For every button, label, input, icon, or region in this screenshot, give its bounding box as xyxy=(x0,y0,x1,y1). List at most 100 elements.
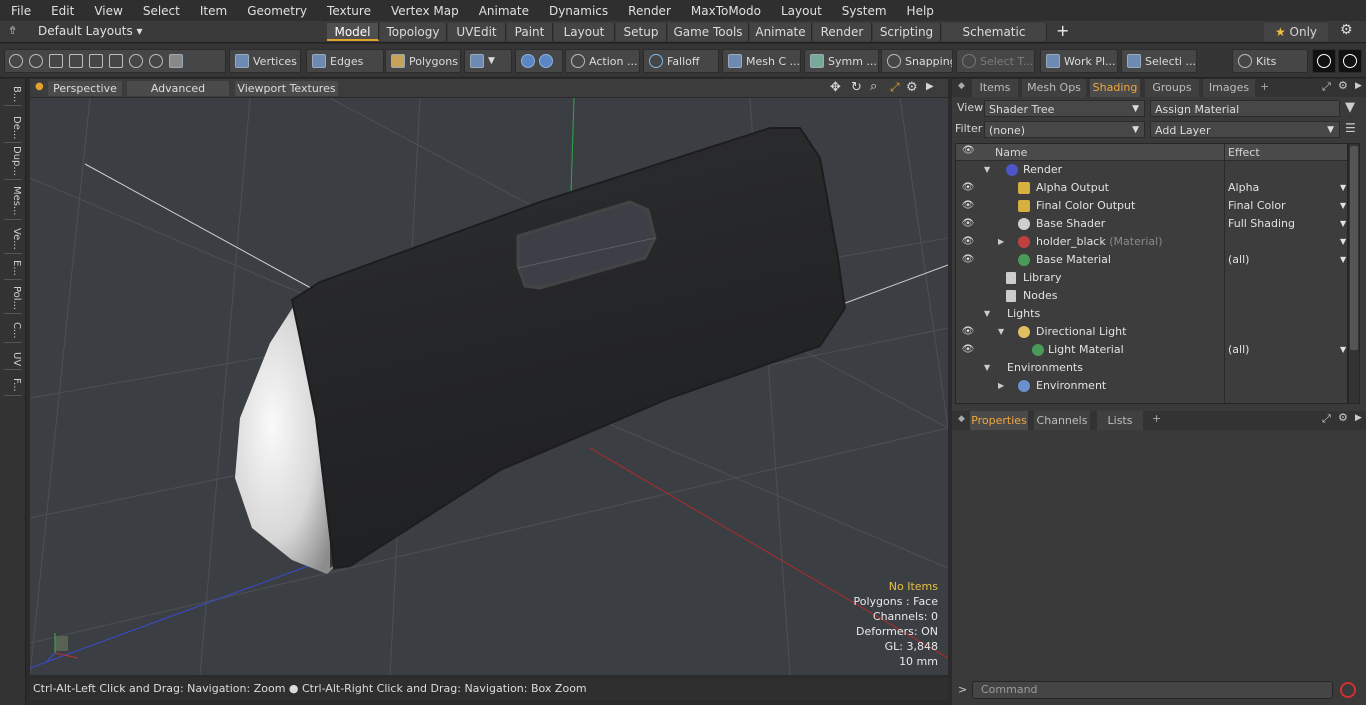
properties-gear-icon[interactable]: ⚙ xyxy=(1338,411,1348,424)
symmetry-button[interactable]: Symm ... xyxy=(804,49,879,73)
layout-up-icon[interactable]: ⇮ xyxy=(8,24,17,37)
view-select[interactable]: Shader Tree ▼ xyxy=(984,100,1145,117)
shader-tree-scrollbar[interactable] xyxy=(1348,143,1360,404)
tree-row-directional-light[interactable]: 👁 ▼ Directional Light xyxy=(956,323,1347,341)
symmetry-toggle[interactable] xyxy=(515,49,563,73)
eye-icon[interactable]: 👁 xyxy=(961,215,975,233)
left-tab-fusion[interactable]: F... xyxy=(4,375,22,396)
selection-sets-button[interactable]: Selecti ... xyxy=(1121,49,1197,73)
work-plane-button[interactable]: Work Pl... xyxy=(1040,49,1118,73)
viewport-textures-button[interactable]: Viewport Textures xyxy=(235,81,338,96)
panel-arrow-icon[interactable]: ▶ xyxy=(1355,81,1362,91)
tab-uvedit[interactable]: UVEdit xyxy=(448,23,506,41)
falloff-button[interactable]: Falloff xyxy=(643,49,719,73)
tree-row-holder-black[interactable]: 👁 ▶ holder_black (Material) ▼ xyxy=(956,233,1347,251)
only-toggle[interactable]: ★ Only xyxy=(1264,23,1328,41)
item-mode-button[interactable]: ▼ xyxy=(464,49,512,73)
expand-icon[interactable]: ▶ xyxy=(998,233,1004,251)
snapping-button[interactable]: Snapping xyxy=(881,49,953,73)
scrollbar-thumb[interactable] xyxy=(1350,146,1358,350)
grid-icon[interactable] xyxy=(109,54,123,68)
chevron-down-icon[interactable]: ▼ xyxy=(1340,233,1346,251)
chevron-down-icon[interactable]: ▼ xyxy=(1340,197,1346,215)
polygons-button[interactable]: Polygons xyxy=(385,49,461,73)
properties-arrow-icon[interactable]: ▶ xyxy=(1355,413,1362,423)
menu-help[interactable]: Help xyxy=(896,4,943,18)
left-tab-mesh-edit[interactable]: Mes... xyxy=(4,183,22,220)
tab-model[interactable]: Model xyxy=(327,23,379,41)
shader-tree[interactable]: 👁 Name Effect ▼ Render 👁 Alpha Output Al… xyxy=(955,143,1348,404)
circle-target-icon[interactable] xyxy=(129,54,143,68)
filter-select[interactable]: (none) ▼ xyxy=(984,121,1145,138)
menu-vertex-map[interactable]: Vertex Map xyxy=(380,4,468,18)
left-tab-vertex[interactable]: Ve... xyxy=(4,225,22,254)
tree-row-effect[interactable]: Final Color xyxy=(1228,197,1286,215)
tree-row-environment[interactable]: ▶ Environment xyxy=(956,377,1347,395)
tree-row-light-material[interactable]: 👁 Light Material (all) ▼ xyxy=(956,341,1347,359)
tree-row-effect[interactable]: Alpha xyxy=(1228,179,1259,197)
filter-funnel-icon[interactable]: ▼ xyxy=(1345,100,1355,115)
action-center-button[interactable]: Action ... xyxy=(565,49,640,73)
tab-setup[interactable]: Setup xyxy=(616,23,667,41)
tree-row-alpha-output[interactable]: 👁 Alpha Output Alpha ▼ xyxy=(956,179,1347,197)
menu-render[interactable]: Render xyxy=(617,4,680,18)
menu-system[interactable]: System xyxy=(831,4,896,18)
globe-icon[interactable] xyxy=(29,54,43,68)
tab-groups[interactable]: Groups xyxy=(1145,79,1199,97)
eye-icon[interactable]: 👁 xyxy=(961,233,975,251)
layout-selector[interactable]: Default Layouts ▾ xyxy=(38,24,143,38)
menu-animate[interactable]: Animate xyxy=(468,4,538,18)
menu-geometry[interactable]: Geometry xyxy=(236,4,316,18)
expand-icon[interactable]: ▼ xyxy=(984,305,990,323)
brush-icon[interactable] xyxy=(69,54,83,68)
add-layer-select[interactable]: Add Layer ▼ xyxy=(1150,121,1340,138)
perspective-button[interactable]: Perspective xyxy=(48,81,122,96)
align-icon[interactable] xyxy=(89,54,103,68)
lasso-icon[interactable] xyxy=(49,54,63,68)
tree-row-base-material[interactable]: 👁 Base Material (all) ▼ xyxy=(956,251,1347,269)
tab-images[interactable]: Images xyxy=(1203,79,1255,97)
tab-paint[interactable]: Paint xyxy=(507,23,553,41)
eye-icon[interactable]: 👁 xyxy=(961,251,975,269)
panel-gear-icon[interactable]: ⚙ xyxy=(1338,79,1348,92)
zoom-view-icon[interactable]: ⌕ xyxy=(870,79,877,94)
eye-icon[interactable]: 👁 xyxy=(961,197,975,215)
tab-properties[interactable]: Properties xyxy=(970,411,1028,430)
record-icon[interactable] xyxy=(1340,682,1356,698)
left-tab-uv[interactable]: UV xyxy=(4,349,22,371)
effect-column-header[interactable]: Effect xyxy=(1228,146,1260,159)
tab-mesh-ops[interactable]: Mesh Ops xyxy=(1022,79,1086,97)
rotate-view-icon[interactable]: ↻ xyxy=(851,80,862,95)
tree-row-lights[interactable]: ▼ Lights xyxy=(956,305,1347,323)
menu-file[interactable]: File xyxy=(0,4,40,18)
tree-row-base-shader[interactable]: 👁 Base Shader Full Shading ▼ xyxy=(956,215,1347,233)
tree-row-effect[interactable]: Full Shading xyxy=(1228,215,1295,233)
tab-scripting[interactable]: Scripting xyxy=(873,23,941,41)
expand-panel-icon[interactable]: ⤢ xyxy=(1322,80,1331,94)
viewport-gear-icon[interactable]: ⚙ xyxy=(906,80,918,95)
eye-icon[interactable]: 👁 xyxy=(961,179,975,197)
tab-channels[interactable]: Channels xyxy=(1034,411,1090,430)
panel-collapse-icon[interactable]: ◆ xyxy=(958,81,965,91)
expand-icon[interactable]: ▼ xyxy=(984,161,990,179)
unity-button[interactable] xyxy=(1312,49,1336,73)
menu-dynamics[interactable]: Dynamics xyxy=(538,4,617,18)
menu-maxtomodo[interactable]: MaxToModo xyxy=(680,4,770,18)
tab-animate[interactable]: Animate xyxy=(750,23,812,41)
menu-edit[interactable]: Edit xyxy=(40,4,83,18)
assign-material-button[interactable]: Assign Material xyxy=(1150,100,1340,117)
properties-collapse-icon[interactable]: ◆ xyxy=(958,414,965,424)
expand-icon[interactable]: ▶ xyxy=(998,377,1004,395)
unreal-button[interactable] xyxy=(1338,49,1362,73)
tree-row-render[interactable]: ▼ Render xyxy=(956,161,1347,179)
tree-row-environments[interactable]: ▼ Environments xyxy=(956,359,1347,377)
vertices-button[interactable]: Vertices xyxy=(229,49,301,73)
eye-icon[interactable]: 👁 xyxy=(961,341,975,359)
pie-icon[interactable] xyxy=(149,54,163,68)
tab-lists[interactable]: Lists xyxy=(1097,411,1143,430)
menu-texture[interactable]: Texture xyxy=(316,4,380,18)
layer-options-icon[interactable]: ☰ xyxy=(1345,121,1356,135)
circle-select-icon[interactable] xyxy=(9,54,23,68)
menu-layout[interactable]: Layout xyxy=(770,4,831,18)
tab-render[interactable]: Render xyxy=(813,23,872,41)
